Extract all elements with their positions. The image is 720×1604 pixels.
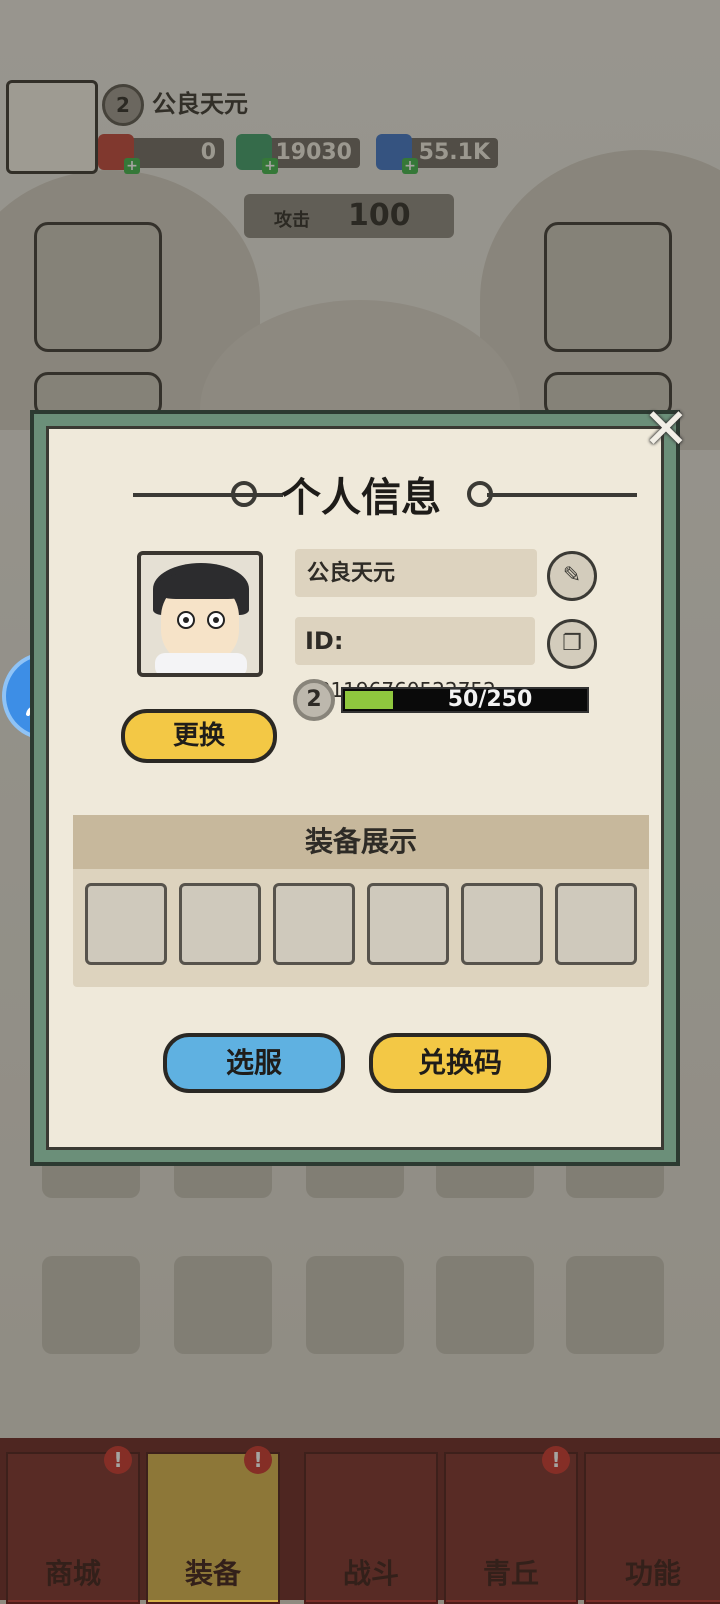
- showcase-slot[interactable]: [85, 883, 167, 965]
- showcase-slot[interactable]: [461, 883, 543, 965]
- showcase-slot[interactable]: [555, 883, 637, 965]
- player-name-field: 公良天元: [295, 549, 537, 597]
- dialog-paper: 个人信息 公良天元 ✎ ID: 381196760522752 ❐ 2 50/2…: [46, 426, 664, 1150]
- close-icon[interactable]: ✕: [640, 402, 692, 458]
- equipment-showcase: 装备展示: [73, 815, 649, 987]
- pencil-icon: ✎: [562, 563, 582, 588]
- showcase-slot[interactable]: [273, 883, 355, 965]
- edit-name-button[interactable]: ✎: [547, 551, 597, 601]
- change-avatar-button[interactable]: 更换: [121, 709, 277, 763]
- title-divider-right: [487, 493, 637, 497]
- copy-id-button[interactable]: ❐: [547, 619, 597, 669]
- id-label: ID:: [305, 627, 344, 655]
- showcase-slot[interactable]: [179, 883, 261, 965]
- exp-text: 50/250: [447, 687, 533, 712]
- copy-icon: ❐: [562, 631, 582, 656]
- profile-dialog: 个人信息 公良天元 ✎ ID: 381196760522752 ❐ 2 50/2…: [30, 410, 680, 1166]
- select-server-button[interactable]: 选服: [163, 1033, 345, 1093]
- profile-level-badge: 2: [293, 679, 335, 721]
- player-id-field: ID: 381196760522752: [295, 617, 535, 702]
- equipment-showcase-title: 装备展示: [73, 815, 649, 869]
- showcase-slot[interactable]: [367, 883, 449, 965]
- exp-bar: 50/250: [341, 687, 589, 713]
- profile-avatar: [137, 551, 263, 677]
- redeem-code-button[interactable]: 兑换码: [369, 1033, 551, 1093]
